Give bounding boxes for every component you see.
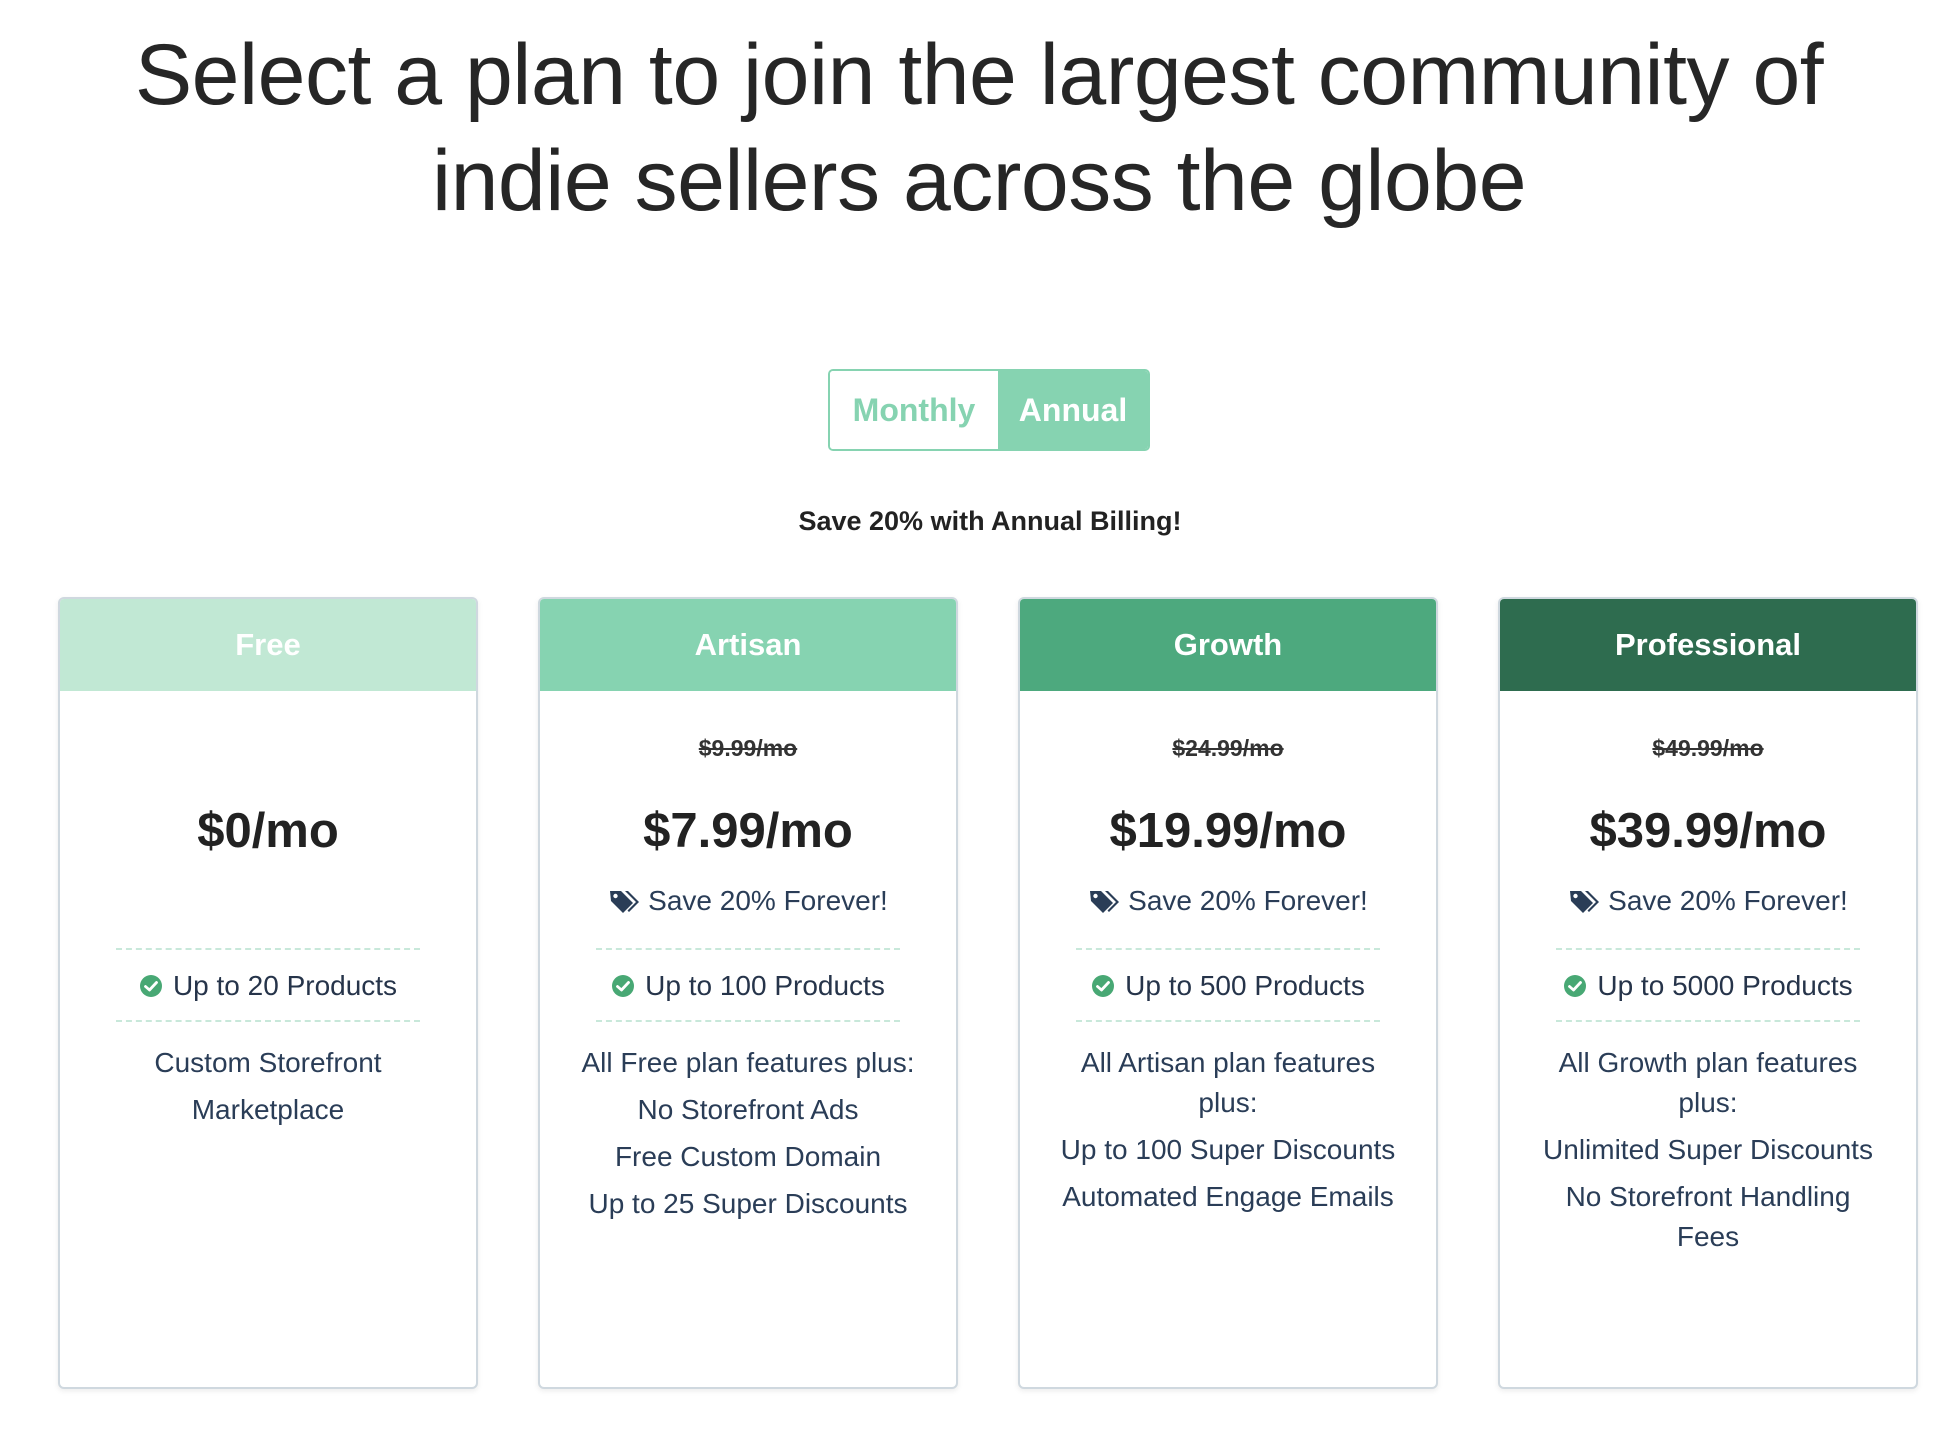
divider: [1556, 1020, 1860, 1022]
divider: [1076, 948, 1380, 950]
page-title-line-1: Select a plan to join the largest commun…: [134, 27, 1824, 123]
plan-product-limit: Up to 500 Products: [1020, 961, 1436, 1011]
plan-savings-label: Save 20% Forever!: [648, 885, 888, 916]
feature-item: No Storefront Ads: [637, 1094, 859, 1125]
plan-savings: Save 20% Forever!: [1500, 885, 1916, 917]
divider: [596, 1020, 900, 1022]
plan-features: All Free plan features plus: No Storefro…: [580, 1043, 916, 1231]
tags-icon: [1568, 888, 1600, 914]
tags-icon: [1088, 888, 1120, 914]
plan-savings: Save 20% Forever!: [1020, 885, 1436, 917]
plan-features: All Growth plan features plus: Unlimited…: [1540, 1043, 1876, 1264]
plan-price: $39.99/mo: [1589, 804, 1827, 858]
plan-original-price: $9.99/mo: [698, 735, 798, 761]
plan-header-free: Free: [60, 599, 476, 691]
feature-item: No Storefront Handling Fees: [1565, 1181, 1851, 1252]
plan-product-limit-label: Up to 500 Products: [1125, 970, 1365, 1001]
plan-header-artisan: Artisan: [540, 599, 956, 691]
plan-product-limit: Up to 5000 Products: [1500, 961, 1916, 1011]
plan-product-limit-label: Up to 20 Products: [172, 970, 398, 1001]
plan-header-professional: Professional: [1500, 599, 1916, 691]
annual-savings-note: Save 20% with Annual Billing!: [798, 506, 1182, 536]
divider: [1076, 1020, 1380, 1022]
monthly-toggle-button[interactable]: Monthly: [830, 371, 998, 449]
plan-product-limit-label: Up to 100 Products: [645, 970, 885, 1001]
plan-card-growth: Growth $24.99/mo $19.99/mo Save 20% Fore…: [1018, 597, 1438, 1389]
plan-savings-label: Save 20% Forever!: [1608, 885, 1848, 916]
plan-card-professional: Professional $49.99/mo $39.99/mo Save 20…: [1498, 597, 1918, 1389]
plan-savings-label: Save 20% Forever!: [1128, 885, 1368, 916]
plan-header-growth: Growth: [1020, 599, 1436, 691]
page-title-line-2: indie sellers across the globe: [431, 133, 1527, 229]
plan-price: $7.99/mo: [643, 804, 853, 858]
page-title: Select a plan to join the largest commun…: [0, 22, 1958, 234]
feature-item: Up to 100 Super Discounts: [1060, 1134, 1396, 1165]
divider: [116, 1020, 420, 1022]
plan-card-artisan: Artisan $9.99/mo $7.99/mo Save 20% Forev…: [538, 597, 958, 1389]
feature-item: Up to 25 Super Discounts: [588, 1188, 908, 1219]
plan-features: Custom Storefront Marketplace: [100, 1043, 436, 1137]
plan-savings: Save 20% Forever!: [540, 885, 956, 917]
feature-item: All Growth plan features plus:: [1558, 1047, 1858, 1118]
annual-toggle-button[interactable]: Annual: [998, 371, 1148, 449]
feature-item: Marketplace: [191, 1094, 345, 1125]
divider: [1556, 948, 1860, 950]
feature-item: All Artisan plan features plus:: [1080, 1047, 1376, 1118]
plan-original-price: $49.99/mo: [1652, 735, 1764, 761]
feature-item: Custom Storefront: [154, 1047, 382, 1078]
check-circle-icon: [611, 974, 635, 998]
plan-price: $19.99/mo: [1109, 804, 1347, 858]
plan-price: $0/mo: [197, 804, 339, 858]
check-circle-icon: [1563, 974, 1587, 998]
plan-original-price: $24.99/mo: [1172, 735, 1284, 761]
plan-card-free: Free $0/mo Up to 20 Products Custom Stor…: [58, 597, 478, 1389]
billing-toggle: Monthly Annual: [828, 369, 1150, 451]
plan-product-limit: Up to 100 Products: [540, 961, 956, 1011]
feature-item: Unlimited Super Discounts: [1543, 1134, 1873, 1165]
feature-item: All Free plan features plus:: [581, 1047, 915, 1078]
plan-product-limit: Up to 20 Products: [60, 961, 476, 1011]
divider: [116, 948, 420, 950]
feature-item: Automated Engage Emails: [1062, 1181, 1394, 1212]
check-circle-icon: [1091, 974, 1115, 998]
plan-product-limit-label: Up to 5000 Products: [1597, 970, 1853, 1001]
tags-icon: [608, 888, 640, 914]
feature-item: Free Custom Domain: [614, 1141, 882, 1172]
divider: [596, 948, 900, 950]
plan-features: All Artisan plan features plus: Up to 10…: [1060, 1043, 1396, 1224]
check-circle-icon: [139, 974, 163, 998]
